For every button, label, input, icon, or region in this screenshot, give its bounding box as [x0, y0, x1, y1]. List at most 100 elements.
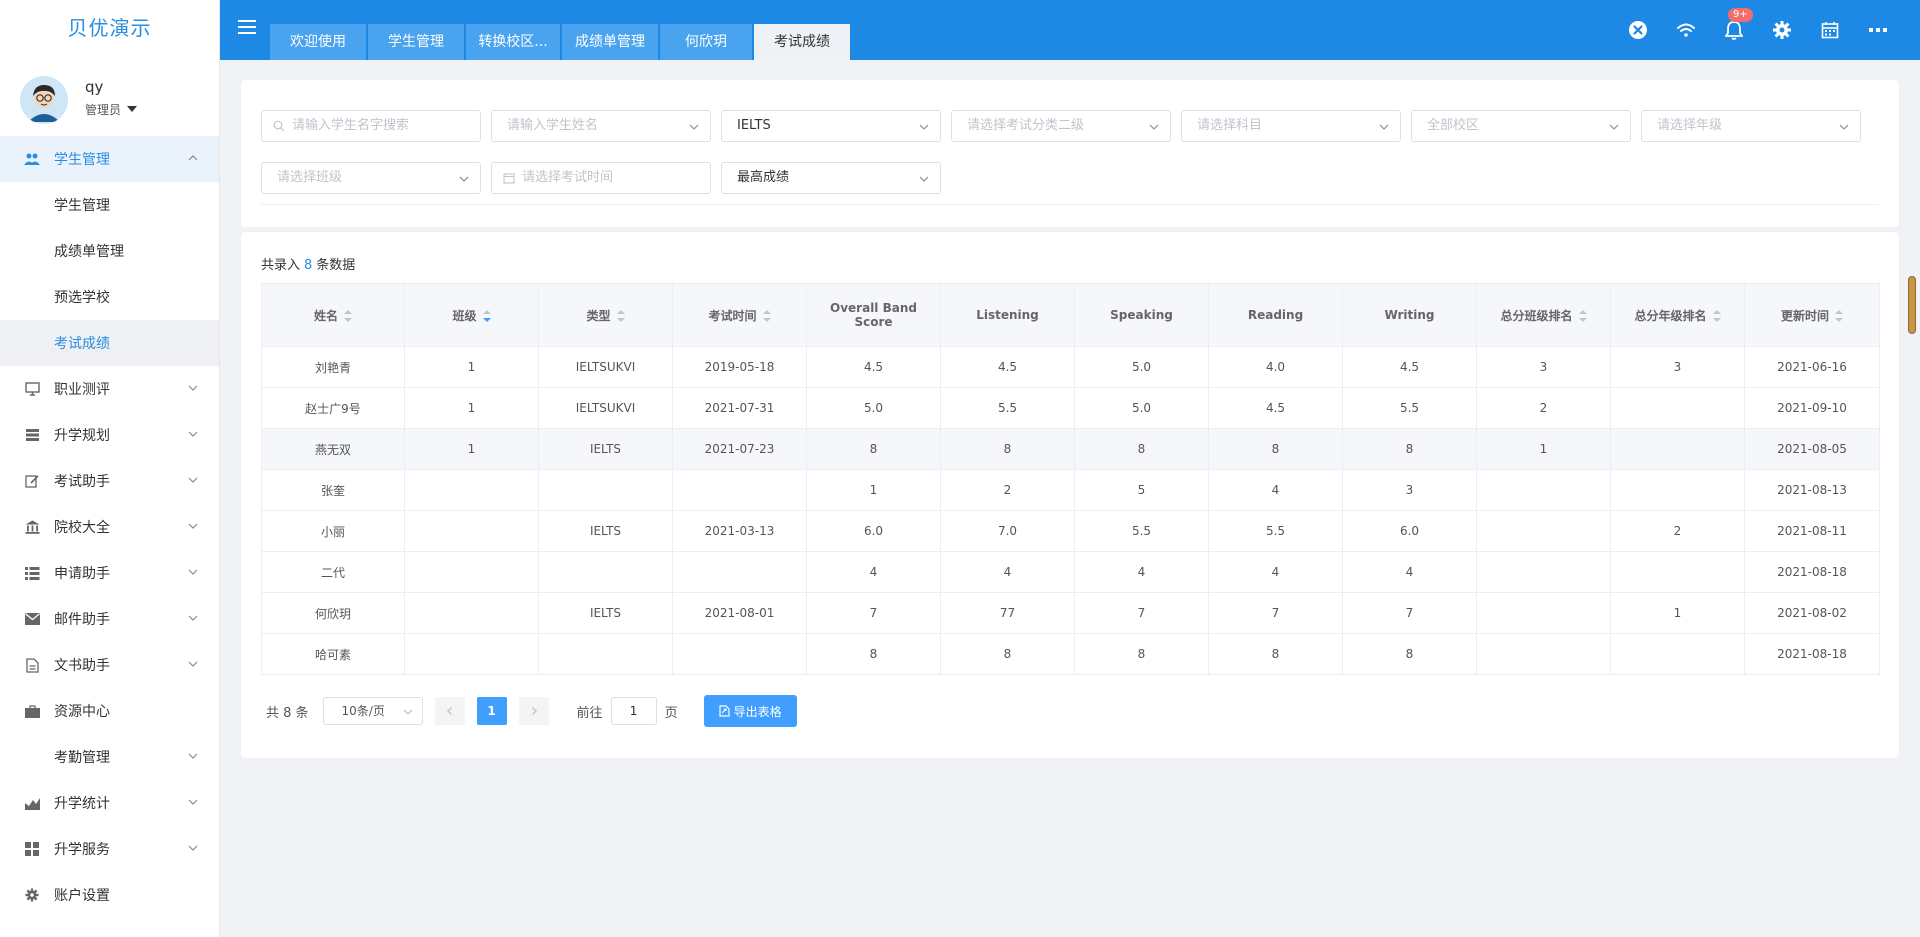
column-header-9[interactable]: 总分班级排名 [1476, 283, 1611, 347]
table-cell: 5.5 [1074, 510, 1209, 552]
student-name-link[interactable]: 小丽 [261, 510, 405, 552]
tab-3[interactable]: 成绩单管理 [562, 24, 658, 60]
table-cell: 7.0 [940, 510, 1075, 552]
sidebar-section-10[interactable]: 升学统计 [0, 780, 219, 826]
tab-4[interactable]: 何欣玥 [660, 24, 752, 60]
column-header-1[interactable]: 班级 [404, 283, 539, 347]
sidebar-section-9[interactable]: 考勤管理 [0, 734, 219, 780]
sidebar-subitem-2[interactable]: 预选学校 [0, 274, 219, 320]
table-row[interactable]: 燕无双 1 IELTS 2021-07-23 8 8 8 8 8 1 2021-08-05 [261, 428, 1880, 470]
sidebar-section-1[interactable]: 职业测评 [0, 366, 219, 412]
chevron-down-icon [919, 124, 929, 130]
filter-select-row1-6[interactable]: 请选择年级 [1641, 110, 1861, 142]
avatar[interactable] [20, 76, 68, 124]
filter-input-row1-1[interactable]: 请输入学生姓名 [491, 110, 711, 142]
sidebar-subitem-label: 成绩单管理 [54, 244, 124, 260]
sort-caret-icon[interactable] [762, 310, 771, 322]
table-cell: 2021-06-16 [1744, 346, 1880, 388]
filter-select-row1-2[interactable]: IELTS [721, 110, 941, 142]
calendar-icon[interactable] [1818, 18, 1842, 42]
student-name-link[interactable]: 刘艳青 [261, 346, 405, 388]
sort-caret-icon[interactable] [1578, 310, 1587, 322]
filter-select-row2-0[interactable]: 请选择班级 [261, 162, 481, 194]
app-logo[interactable]: 贝优演示 [0, 0, 219, 56]
sort-caret-icon[interactable] [344, 310, 352, 322]
sidebar-section-5[interactable]: 申请助手 [0, 550, 219, 596]
tab-1[interactable]: 学生管理 [368, 24, 464, 60]
student-name-link[interactable]: 何欣玥 [261, 592, 405, 634]
sidebar-section-12[interactable]: 账户设置 [0, 872, 219, 918]
table-row[interactable]: 哈可素 8 8 8 8 8 2021-08-18 [261, 633, 1880, 675]
sidebar-subitem-3[interactable]: 考试成绩 [0, 320, 219, 366]
filter-select-row1-3[interactable]: 请选择考试分类二级 [951, 110, 1171, 142]
next-page-button[interactable] [518, 697, 549, 725]
table-row[interactable]: 赵士广9号 1 IELTSUKVI 2021-07-31 5.0 5.5 5.0 4.5 5.5… [261, 387, 1880, 429]
more-dots-icon[interactable] [1866, 18, 1890, 42]
table-cell: 4 [1342, 551, 1477, 593]
table-row[interactable]: 何欣玥 IELTS 2021-08-01 7 77 7 7 7 1 2021-08-02 [261, 592, 1880, 634]
filter-select-row2-2[interactable]: 最高成绩 [721, 162, 941, 194]
sidebar-subitem-1[interactable]: 成绩单管理 [0, 228, 219, 274]
sort-caret-icon[interactable] [1835, 310, 1843, 322]
student-name-link[interactable]: 哈可素 [261, 633, 405, 675]
sidebar-section-2[interactable]: 升学规划 [0, 412, 219, 458]
bell-icon[interactable]: 9+ [1722, 8, 1753, 42]
page-size-select[interactable]: 10条/页 [322, 697, 423, 725]
table-cell: 2021-08-18 [1744, 633, 1880, 675]
sidebar-section-6[interactable]: 邮件助手 [0, 596, 219, 642]
student-name-link[interactable]: 燕无双 [261, 428, 405, 470]
column-header-2[interactable]: 类型 [538, 283, 673, 347]
sidebar-section-0[interactable]: 学生管理 [0, 136, 219, 182]
column-header-0[interactable]: 姓名 [261, 283, 405, 347]
table-cell [1610, 633, 1745, 675]
table-row[interactable]: 张奎 1 2 5 4 3 2021-08-13 [261, 469, 1880, 511]
sidebar-section-11[interactable]: 升学服务 [0, 826, 219, 872]
column-header-label: Writing [1384, 308, 1435, 322]
tab-2[interactable]: 转换校区... [466, 24, 560, 60]
filter-text: 请输入学生姓名 [507, 118, 599, 133]
column-header-4: Overall Band Score [806, 283, 941, 347]
tab-0[interactable]: 欢迎使用 [270, 24, 366, 60]
user-name: qy [85, 78, 104, 96]
gear-icon[interactable] [1770, 18, 1794, 42]
table-row[interactable]: 小丽 IELTS 2021-03-13 6.0 7.0 5.5 5.5 6.0 2 2021-08… [261, 510, 1880, 552]
page-number-button[interactable]: 1 [476, 697, 507, 725]
column-header-3[interactable]: 考试时间 [672, 283, 807, 347]
sidebar-subitem-0[interactable]: 学生管理 [0, 182, 219, 228]
column-header-11[interactable]: 更新时间 [1744, 283, 1880, 347]
record-count-prefix: 共录入 [261, 258, 301, 273]
filter-select-row1-5[interactable]: 全部校区 [1411, 110, 1631, 142]
close-circle-icon[interactable] [1626, 18, 1650, 42]
table-row[interactable]: 刘艳青 1 IELTSUKVI 2019-05-18 4.5 4.5 5.0 4.0 4.5 3 3… [261, 346, 1880, 388]
sidebar-section-7[interactable]: 文书助手 [0, 642, 219, 688]
student-name-link[interactable]: 赵士广9号 [261, 387, 405, 429]
export-table-button[interactable]: 导出表格 [703, 695, 797, 727]
table-cell: IELTSUKVI [538, 387, 673, 429]
sidebar-section-3[interactable]: 考试助手 [0, 458, 219, 504]
sidebar-section-8[interactable]: 资源中心 [0, 688, 219, 734]
filter-input-row1-0[interactable]: 请输入学生名字搜索 [261, 110, 481, 142]
goto-page-input[interactable] [610, 697, 657, 725]
filter-select-row1-4[interactable]: 请选择科目 [1181, 110, 1401, 142]
student-name-link[interactable]: 二代 [261, 551, 405, 593]
column-header-label: Reading [1247, 308, 1304, 322]
sort-caret-icon[interactable] [1712, 310, 1721, 322]
sidebar-section-4[interactable]: 院校大全 [0, 504, 219, 550]
hamburger-menu-icon[interactable] [238, 20, 256, 36]
student-name-link[interactable]: 张奎 [261, 469, 405, 511]
user-role-dropdown[interactable]: 管理员 [85, 101, 138, 118]
wifi-icon[interactable] [1674, 18, 1698, 42]
table-cell: 77 [940, 592, 1075, 634]
sort-caret-icon[interactable] [616, 310, 625, 322]
filter-select-row2-1[interactable]: 请选择考试时间 [491, 162, 711, 194]
export-label: 导出表格 [733, 704, 782, 719]
chevron-down-icon [188, 385, 198, 391]
prev-page-button[interactable] [434, 697, 465, 725]
sort-caret-icon[interactable] [482, 310, 491, 322]
table-row[interactable]: 二代 4 4 4 4 4 2021-08-18 [261, 551, 1880, 593]
column-header-label: 更新时间 [1780, 308, 1829, 323]
page-scrollbar[interactable] [1908, 276, 1916, 334]
column-header-10[interactable]: 总分年级排名 [1610, 283, 1745, 347]
tab-5[interactable]: 考试成绩 [754, 24, 850, 60]
table-cell [538, 551, 673, 593]
